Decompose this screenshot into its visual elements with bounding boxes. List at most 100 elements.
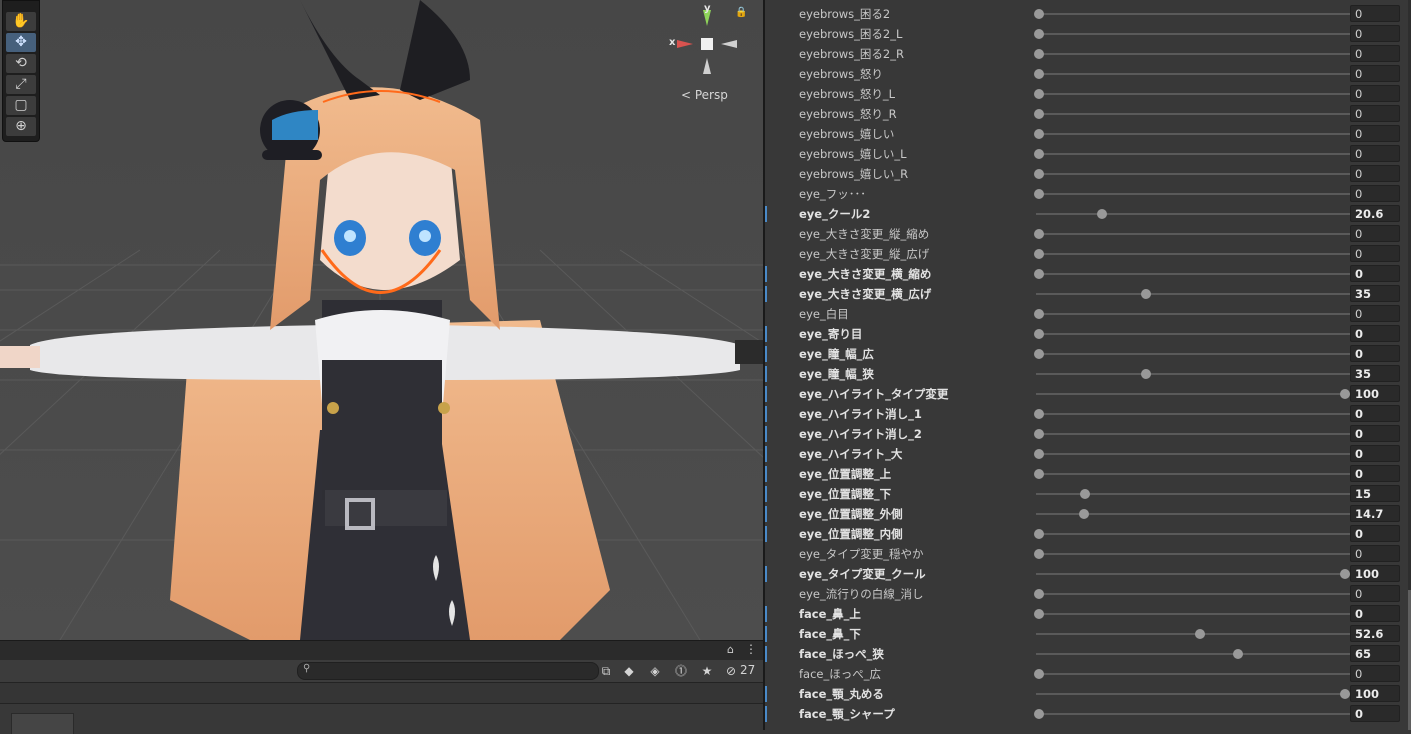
more-menu-icon[interactable]: ⋮: [745, 642, 757, 656]
blendshape-value-field[interactable]: 0: [1350, 45, 1400, 62]
slider-handle[interactable]: [1034, 669, 1044, 679]
blendshape-slider[interactable]: [1036, 233, 1351, 235]
hand-tool-icon[interactable]: ✋: [6, 12, 36, 31]
label-tag-icon[interactable]: ◈: [646, 663, 664, 679]
slider-handle[interactable]: [1340, 569, 1350, 579]
blendshape-slider[interactable]: [1036, 373, 1351, 375]
slider-handle[interactable]: [1078, 509, 1089, 519]
blendshape-value-field[interactable]: 0: [1350, 185, 1400, 202]
blendshape-value-field[interactable]: 0: [1350, 165, 1400, 182]
blendshape-slider[interactable]: [1036, 533, 1351, 535]
blendshape-value-field[interactable]: 0: [1350, 5, 1400, 22]
slider-handle[interactable]: [1034, 709, 1044, 719]
blendshape-slider[interactable]: [1036, 153, 1351, 155]
slider-handle[interactable]: [1034, 69, 1044, 79]
blendshape-slider[interactable]: [1036, 53, 1351, 55]
slider-handle[interactable]: [1079, 489, 1090, 499]
slider-handle[interactable]: [1097, 209, 1108, 219]
slider-handle[interactable]: [1034, 409, 1044, 419]
favorite-star-icon[interactable]: ★: [698, 663, 716, 679]
blendshape-value-field[interactable]: 100: [1350, 685, 1400, 702]
slider-handle[interactable]: [1034, 189, 1044, 199]
persp-label[interactable]: < Persp: [681, 88, 728, 102]
blendshape-value-field[interactable]: 52.6: [1350, 625, 1400, 642]
rect-tool-icon[interactable]: ▢: [6, 96, 36, 115]
slider-handle[interactable]: [1141, 369, 1152, 379]
blendshape-slider[interactable]: [1036, 193, 1351, 195]
scene-search-icon[interactable]: ⧉: [597, 663, 615, 679]
slider-handle[interactable]: [1034, 529, 1044, 539]
blendshape-slider[interactable]: [1036, 273, 1351, 275]
blendshape-value-field[interactable]: 0: [1350, 25, 1400, 42]
slider-handle[interactable]: [1034, 9, 1044, 19]
slider-handle[interactable]: [1034, 29, 1044, 39]
blendshape-value-field[interactable]: 0: [1350, 125, 1400, 142]
blendshape-slider[interactable]: [1036, 713, 1351, 715]
blendshape-slider[interactable]: [1036, 453, 1351, 455]
slider-handle[interactable]: [1034, 309, 1044, 319]
slider-handle[interactable]: [1034, 609, 1044, 619]
blendshape-value-field[interactable]: 0: [1350, 665, 1400, 682]
blendshape-value-field[interactable]: 15: [1350, 485, 1400, 502]
blendshape-slider[interactable]: [1036, 113, 1351, 115]
slider-handle[interactable]: [1034, 89, 1044, 99]
slider-handle[interactable]: [1034, 269, 1044, 279]
slider-handle[interactable]: [1034, 349, 1044, 359]
slider-handle[interactable]: [1034, 109, 1044, 119]
blendshape-value-field[interactable]: 65: [1350, 645, 1400, 662]
blendshape-value-field[interactable]: 0: [1350, 245, 1400, 262]
lock-icon[interactable]: 🔒: [735, 7, 747, 18]
blendshape-slider[interactable]: [1036, 293, 1351, 295]
move-tool-icon[interactable]: ✥: [6, 33, 36, 52]
blendshape-value-field[interactable]: 0: [1350, 465, 1400, 482]
blendshape-value-field[interactable]: 0: [1350, 425, 1400, 442]
search-input[interactable]: ⚲: [297, 662, 599, 680]
blendshape-value-field[interactable]: 0: [1350, 65, 1400, 82]
warning-icon[interactable]: ⓵: [672, 663, 690, 679]
slider-handle[interactable]: [1034, 549, 1044, 559]
blendshape-value-field[interactable]: 0: [1350, 545, 1400, 562]
slider-handle[interactable]: [1034, 329, 1044, 339]
blendshape-value-field[interactable]: 0: [1350, 525, 1400, 542]
transform-tool-icon[interactable]: ⊕: [6, 117, 36, 136]
blendshape-slider[interactable]: [1036, 253, 1351, 255]
blendshape-value-field[interactable]: 0: [1350, 105, 1400, 122]
blendshape-value-field[interactable]: 0: [1350, 445, 1400, 462]
blendshape-slider[interactable]: [1036, 133, 1351, 135]
slider-handle[interactable]: [1340, 689, 1350, 699]
blendshape-value-field[interactable]: 0: [1350, 405, 1400, 422]
asset-tile[interactable]: [11, 713, 74, 734]
blendshape-value-field[interactable]: 100: [1350, 385, 1400, 402]
blendshape-slider[interactable]: [1036, 553, 1351, 555]
blendshape-slider[interactable]: [1036, 573, 1351, 575]
blendshape-value-field[interactable]: 0: [1350, 145, 1400, 162]
blendshape-value-field[interactable]: 0: [1350, 225, 1400, 242]
blendshape-value-field[interactable]: 0: [1350, 325, 1400, 342]
lock-icon[interactable]: ⌂: [727, 643, 734, 656]
rotate-tool-icon[interactable]: ⟲: [6, 54, 36, 73]
blendshape-slider[interactable]: [1036, 473, 1351, 475]
slider-handle[interactable]: [1340, 389, 1350, 399]
blendshape-slider[interactable]: [1036, 613, 1351, 615]
blendshape-value-field[interactable]: 0: [1350, 85, 1400, 102]
blendshape-slider[interactable]: [1036, 633, 1351, 635]
blendshape-value-field[interactable]: 35: [1350, 285, 1400, 302]
slider-handle[interactable]: [1034, 589, 1044, 599]
blendshape-value-field[interactable]: 0: [1350, 265, 1400, 282]
slider-handle[interactable]: [1232, 649, 1243, 659]
blendshape-slider[interactable]: [1036, 673, 1351, 675]
slider-handle[interactable]: [1034, 229, 1044, 239]
blendshape-value-field[interactable]: 14.7: [1350, 505, 1400, 522]
slider-handle[interactable]: [1034, 449, 1044, 459]
blendshape-value-field[interactable]: 100: [1350, 565, 1400, 582]
slider-handle[interactable]: [1034, 129, 1044, 139]
blendshape-value-field[interactable]: 0: [1350, 345, 1400, 362]
blendshape-slider[interactable]: [1036, 653, 1351, 655]
slider-handle[interactable]: [1034, 469, 1044, 479]
blendshape-slider[interactable]: [1036, 413, 1351, 415]
slider-handle[interactable]: [1034, 249, 1044, 259]
blendshape-slider[interactable]: [1036, 433, 1351, 435]
blendshape-value-field[interactable]: 0: [1350, 705, 1400, 722]
blendshape-slider[interactable]: [1036, 173, 1351, 175]
blendshape-value-field[interactable]: 20.6: [1350, 205, 1400, 222]
